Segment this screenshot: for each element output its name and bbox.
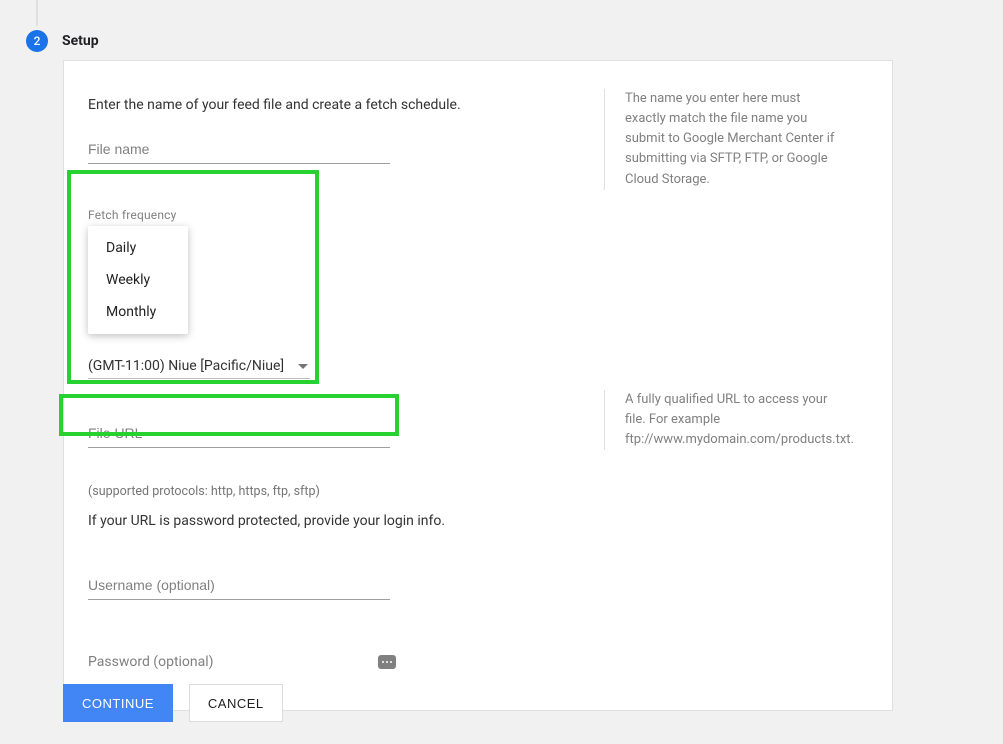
continue-button[interactable]: CONTINUE [63, 684, 173, 722]
timezone-value: (GMT-11:00) Niue [Pacific/Niue] [88, 358, 284, 374]
supported-protocols-note: (supported protocols: http, https, ftp, … [88, 484, 564, 499]
instruction-text: Enter the name of your feed file and cre… [88, 97, 564, 113]
frequency-option-daily[interactable]: Daily [88, 232, 188, 264]
fetch-frequency-block: Fetch frequency Daily Weekly Monthly (GM… [88, 208, 564, 379]
fetch-frequency-label: Fetch frequency [88, 208, 564, 222]
file-url-input[interactable] [88, 419, 390, 448]
form-column: Enter the name of your feed file and cre… [88, 89, 564, 670]
username-block [88, 571, 564, 600]
file-name-input[interactable] [88, 135, 390, 164]
cancel-button[interactable]: CANCEL [189, 684, 283, 722]
help-column: The name you enter here must exactly mat… [604, 89, 844, 670]
username-input[interactable] [88, 571, 390, 600]
step-title: Setup [62, 33, 99, 49]
help-file-url: A fully qualified URL to access your fil… [604, 390, 844, 450]
fetch-frequency-dropdown[interactable]: Daily Weekly Monthly [88, 226, 188, 334]
step-number-badge: 2 [26, 30, 48, 52]
help-file-name: The name you enter here must exactly mat… [604, 89, 844, 190]
frequency-option-weekly[interactable]: Weekly [88, 264, 188, 296]
step-header: 2 Setup [26, 30, 99, 52]
login-info-note: If your URL is password protected, provi… [88, 513, 564, 529]
timezone-select[interactable]: (GMT-11:00) Niue [Pacific/Niue] [88, 352, 310, 379]
frequency-option-monthly[interactable]: Monthly [88, 296, 188, 328]
stepper-connector [36, 0, 38, 26]
password-visibility-icon[interactable] [378, 655, 396, 669]
file-url-block [88, 419, 564, 448]
action-row: CONTINUE CANCEL [63, 684, 283, 722]
password-row: Password (optional) [88, 654, 396, 670]
password-placeholder[interactable]: Password (optional) [88, 654, 378, 670]
page-root: 2 Setup Enter the name of your feed file… [0, 0, 1003, 744]
chevron-down-icon [298, 364, 308, 369]
setup-card: Enter the name of your feed file and cre… [63, 60, 893, 711]
